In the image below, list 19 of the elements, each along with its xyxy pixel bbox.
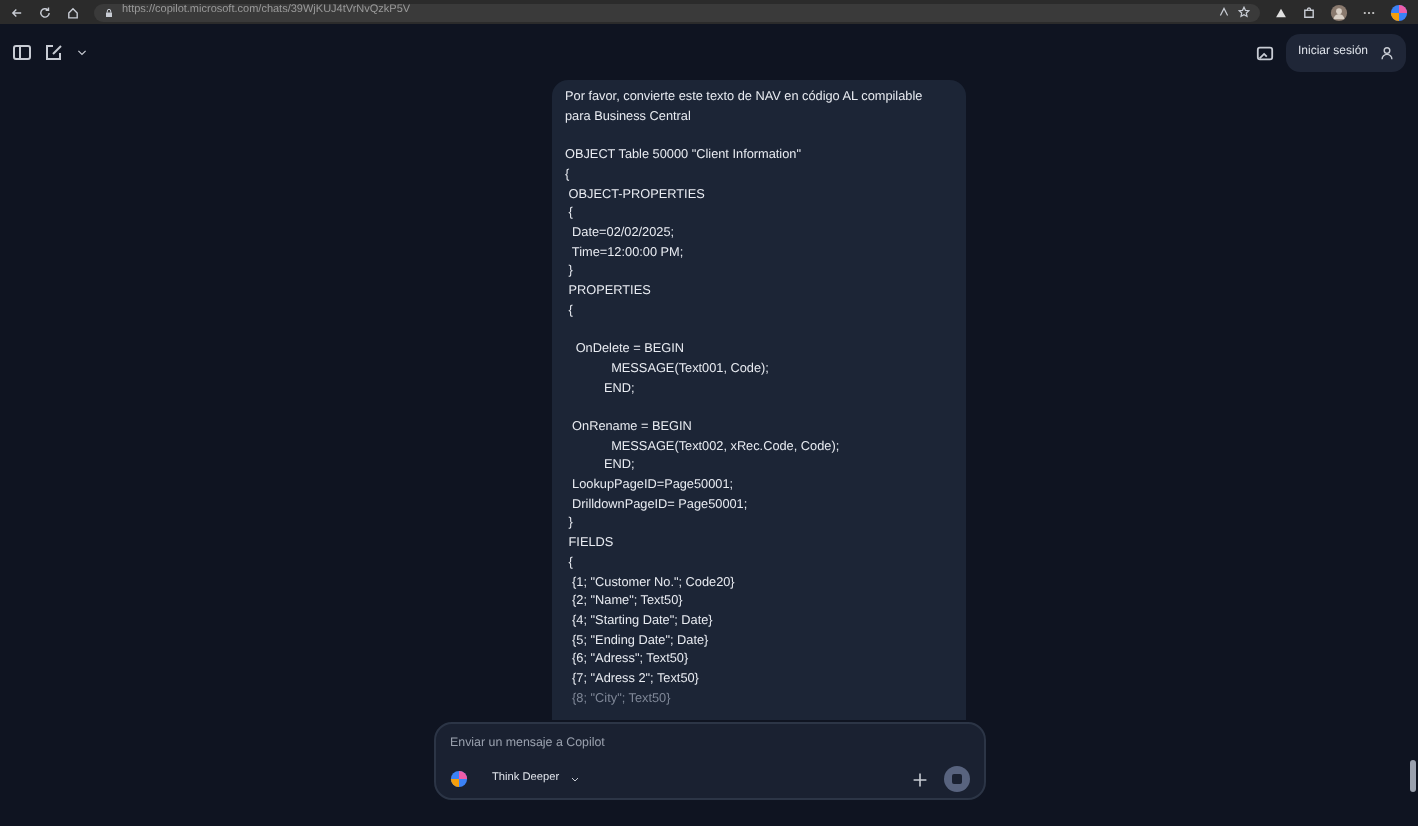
triangle-icon[interactable]: [1274, 5, 1288, 19]
refresh-icon[interactable]: [38, 5, 52, 19]
puzzle-icon[interactable]: [1302, 5, 1316, 19]
compose-icon[interactable]: [44, 42, 64, 62]
image-share-icon[interactable]: [1255, 43, 1274, 61]
sidebar-icon[interactable]: [12, 42, 32, 62]
avatar-icon[interactable]: [1330, 3, 1348, 21]
star-icon[interactable]: [1238, 6, 1250, 18]
home-icon[interactable]: [66, 5, 80, 19]
scrollbar-thumb[interactable]: [1410, 760, 1416, 792]
chevron-down-icon[interactable]: [76, 46, 88, 58]
plus-icon[interactable]: [912, 771, 928, 787]
person-icon: [1380, 45, 1394, 59]
copilot-logo-icon[interactable]: [1390, 3, 1408, 21]
back-icon[interactable]: [10, 5, 24, 19]
read-aloud-icon[interactable]: [1218, 6, 1230, 18]
lock-icon: [104, 7, 114, 17]
copilot-logo-icon: [450, 770, 468, 788]
stop-button[interactable]: [944, 766, 970, 792]
